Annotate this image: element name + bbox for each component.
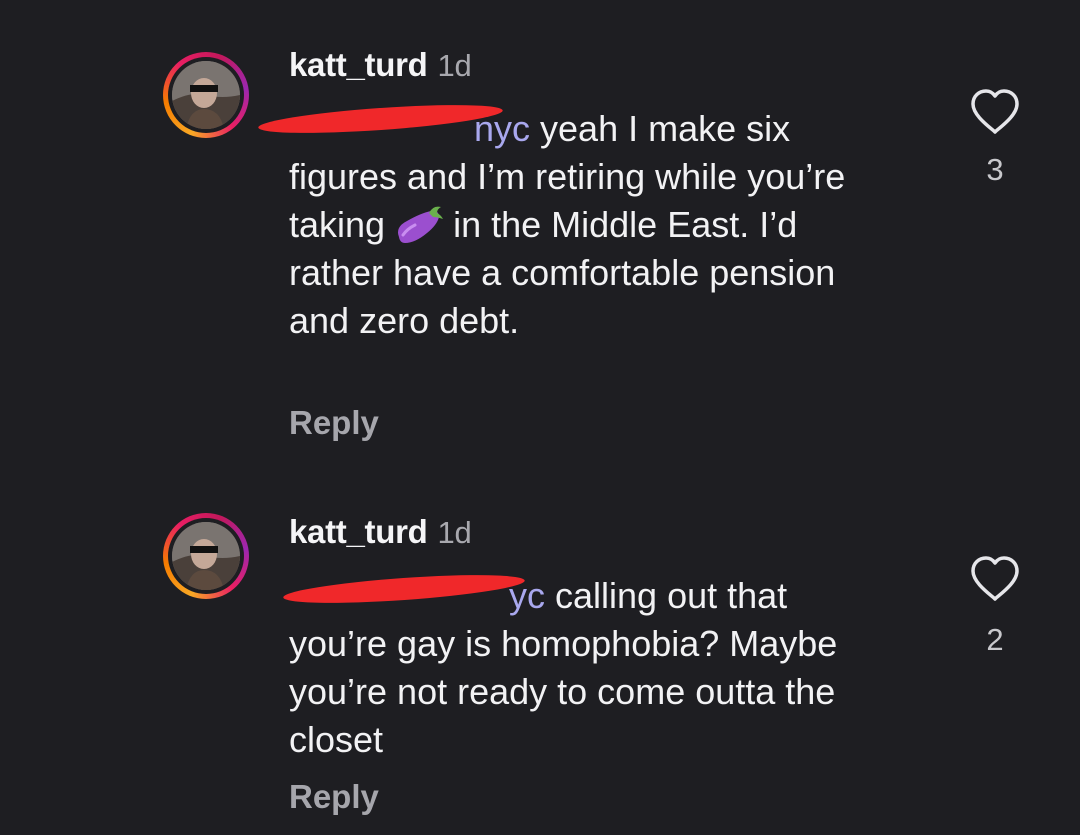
username[interactable]: katt_turd 1d — [289, 513, 472, 551]
reply-button[interactable]: Reply — [289, 404, 379, 442]
username[interactable]: katt_turd 1d — [289, 46, 472, 84]
reply-button[interactable]: Reply — [289, 778, 379, 816]
avatar[interactable] — [163, 513, 249, 599]
username-text[interactable]: katt_turd — [289, 513, 428, 550]
avatar[interactable] — [163, 52, 249, 138]
avatar-person-icon — [172, 522, 240, 590]
heart-icon[interactable] — [969, 555, 1021, 603]
comment-item: katt_turd 1d nyc yeah I make six figures … — [0, 0, 1080, 470]
comment-item: katt_turd 1d yc calling out that you’re g… — [0, 470, 1080, 835]
eggplant-emoji-icon — [398, 206, 444, 243]
timestamp: 1d — [437, 48, 472, 83]
heart-icon[interactable] — [969, 88, 1021, 136]
comment-text: nyc yeah I make six figures and I’m reti… — [289, 105, 889, 345]
avatar-person-icon — [172, 61, 240, 129]
username-text[interactable]: katt_turd — [289, 46, 428, 83]
avatar-photo — [172, 61, 240, 129]
comment-text-part: calling out that you’re gay is homophobi… — [289, 575, 838, 760]
avatar-photo — [172, 522, 240, 590]
like-count: 3 — [986, 152, 1004, 187]
timestamp: 1d — [437, 515, 472, 550]
like-count: 2 — [986, 622, 1004, 657]
